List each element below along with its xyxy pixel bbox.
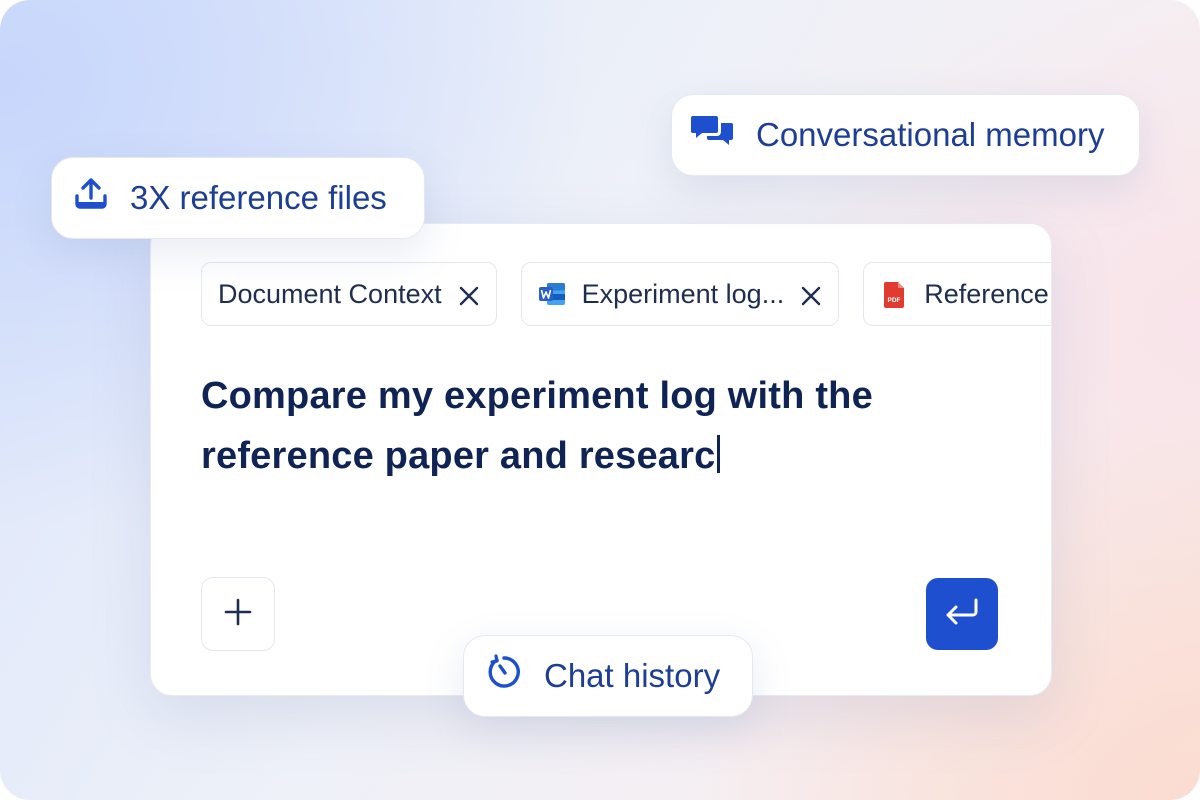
close-icon[interactable] [458,283,480,306]
feature-pill-reference-files: 3X reference files [51,157,425,239]
feature-pill-conversational-memory: Conversational memory [671,94,1140,176]
word-doc-icon [538,281,566,307]
feature-label: 3X reference files [130,179,387,216]
add-attachment-button[interactable] [201,577,275,651]
send-button[interactable] [926,578,998,650]
attachment-label: Experiment log... [581,278,785,309]
attachment-label: Document Context [218,278,442,309]
upload-icon [74,177,108,219]
hero-canvas: Document Context Experiment log... PDF R… [0,0,1200,800]
chat-bubbles-icon [690,113,734,157]
prompt-text: Compare my experiment log with the refer… [201,375,873,477]
attachment-label: Reference [924,278,1049,309]
attachment-chip-experiment-log[interactable]: Experiment log... [520,262,840,326]
svg-text:PDF: PDF [888,297,901,304]
enter-return-icon [943,597,981,632]
pdf-icon: PDF [880,281,908,308]
attachment-list: Document Context Experiment log... PDF R… [201,262,1051,328]
prompt-input[interactable]: Compare my experiment log with the refer… [201,366,961,486]
history-clock-icon [486,654,522,698]
attachment-chip-document-context[interactable]: Document Context [201,262,497,326]
feature-label: Chat history [544,657,721,694]
close-icon[interactable] [800,283,822,306]
plus-icon [223,597,253,632]
feature-label: Conversational memory [756,116,1105,153]
attachment-chip-reference[interactable]: PDF Reference [863,262,1051,326]
feature-pill-chat-history: Chat history [463,635,753,717]
text-caret [717,435,721,473]
chat-composer: Document Context Experiment log... PDF R… [150,223,1052,696]
